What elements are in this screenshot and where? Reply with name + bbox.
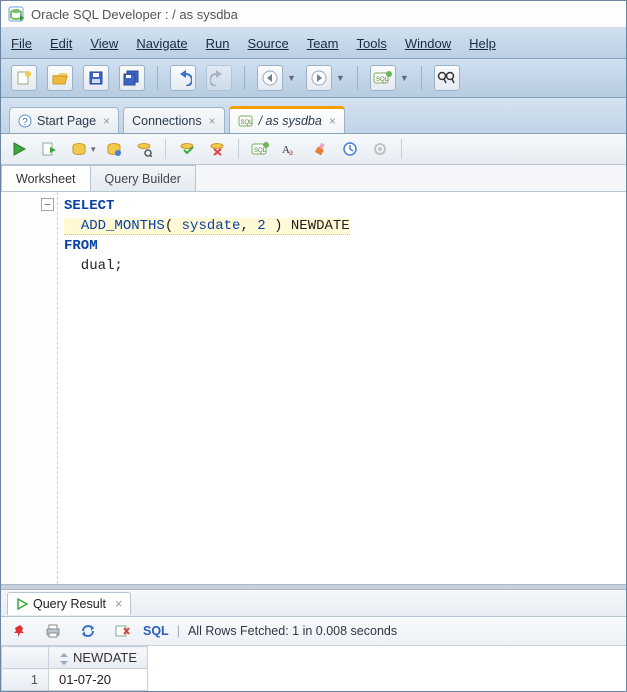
save-all-button[interactable] [119,65,145,91]
worksheet-toolbar: ▾ SQL Aa [1,134,626,165]
nav-fwd-button[interactable] [306,65,332,91]
menu-window[interactable]: Window [405,36,451,51]
toolbar-separator [401,139,402,159]
toolbar-separator [157,66,158,90]
result-grid[interactable]: NEWDATE 1 01-07-20 [1,646,626,691]
unshared-worksheet-button[interactable]: SQL [248,137,272,161]
clear-button[interactable] [308,137,332,161]
svg-text:?: ? [22,117,28,128]
tab-connections[interactable]: Connections × [123,107,225,133]
window-title: Oracle SQL Developer : / as sysdba [31,7,238,22]
menu-edit[interactable]: Edit [50,36,72,51]
sql-label[interactable]: SQL [143,624,169,638]
save-button[interactable] [83,65,109,91]
table-row[interactable]: 1 01-07-20 [2,669,148,691]
autotrace-button[interactable] [102,137,126,161]
undo-button[interactable] [170,65,196,91]
toolbar-separator [421,66,422,90]
sql-editor[interactable]: − SELECT ADD_MONTHS( sysdate, 2 ) NEWDAT… [1,192,626,584]
nav-back-dropdown[interactable]: ▼ [287,73,296,83]
nav-fwd-dropdown[interactable]: ▼ [336,73,345,83]
status-separator: | [177,624,180,638]
run-icon [16,598,28,610]
delete-button[interactable] [109,618,135,644]
nav-back-button[interactable] [257,65,283,91]
column-header-newdate[interactable]: NEWDATE [49,647,148,669]
close-icon[interactable]: × [209,114,216,128]
sql-history-button[interactable] [338,137,362,161]
sql-code[interactable]: SELECT ADD_MONTHS( sysdate, 2 ) NEWDATE … [58,192,626,584]
svg-text:SQL: SQL [376,77,389,83]
run-script-button[interactable] [37,137,61,161]
close-icon[interactable]: × [329,114,336,128]
refresh-button[interactable] [75,618,101,644]
app-window: Oracle SQL Developer : / as sysdba File … [0,0,627,692]
tab-label: Connections [132,114,202,128]
settings-button[interactable] [368,137,392,161]
tab-worksheet[interactable]: Worksheet [1,165,91,191]
worksheet-tabs: Worksheet Query Builder [1,165,626,192]
fold-icon[interactable]: − [41,198,54,211]
pin-button[interactable] [7,618,33,644]
close-icon[interactable]: × [115,597,122,611]
close-icon[interactable]: × [103,114,110,128]
menu-tools[interactable]: Tools [356,36,386,51]
explain-plan-button[interactable] [67,137,91,161]
app-icon [7,5,25,23]
toolbar-separator [357,66,358,90]
cell-newdate[interactable]: 01-07-20 [49,669,148,691]
svg-text:a: a [289,147,293,157]
tab-query-builder[interactable]: Query Builder [90,165,196,191]
menu-help[interactable]: Help [469,36,496,51]
result-tabstrip: Query Result × [1,590,626,617]
fetch-status: All Rows Fetched: 1 in 0.008 seconds [188,624,397,638]
tab-as-sysdba[interactable]: SQL / as sysdba × [229,106,345,133]
help-icon: ? [18,114,32,128]
svg-text:SQL: SQL [254,148,267,154]
tab-label: Start Page [37,114,96,128]
open-button[interactable] [47,65,73,91]
sql-worksheet-dropdown[interactable]: ▼ [400,73,409,83]
menu-source[interactable]: Source [247,36,288,51]
result-toolbar: SQL | All Rows Fetched: 1 in 0.008 secon… [1,617,626,646]
run-statement-button[interactable] [7,137,31,161]
grid-corner [2,647,49,669]
rollback-button[interactable] [205,137,229,161]
editor-tabstrip: ? Start Page × Connections × SQL / as sy… [1,98,626,134]
tab-label: / as sysdba [259,114,322,128]
sql-tuning-button[interactable] [132,137,156,161]
toolbar-separator [238,139,239,159]
sort-icon [59,653,69,665]
menu-view[interactable]: View [90,36,118,51]
toolbar-separator [165,139,166,159]
svg-text:SQL: SQL [240,120,253,126]
menu-run[interactable]: Run [206,36,230,51]
explain-dropdown[interactable]: ▾ [91,144,96,155]
commit-button[interactable] [175,137,199,161]
editor-gutter: − [1,192,58,584]
tab-query-result[interactable]: Query Result × [7,592,131,615]
menu-navigate[interactable]: Navigate [136,36,187,51]
new-button[interactable] [11,65,37,91]
change-case-button[interactable]: Aa [278,137,302,161]
titlebar: Oracle SQL Developer : / as sysdba [1,1,626,28]
menubar: File Edit View Navigate Run Source Team … [1,28,626,59]
tab-start-page[interactable]: ? Start Page × [9,107,119,133]
main-toolbar: ▼ ▼ SQL ▼ [1,59,626,98]
row-number: 1 [2,669,49,691]
tab-label: Query Result [33,597,106,611]
redo-button[interactable] [206,65,232,91]
menu-team[interactable]: Team [307,36,339,51]
worksheet-icon: SQL [238,114,254,128]
menu-file[interactable]: File [11,36,32,51]
print-button[interactable] [41,618,67,644]
toolbar-separator [244,66,245,90]
find-button[interactable] [434,65,460,91]
sql-worksheet-button[interactable]: SQL [370,65,396,91]
